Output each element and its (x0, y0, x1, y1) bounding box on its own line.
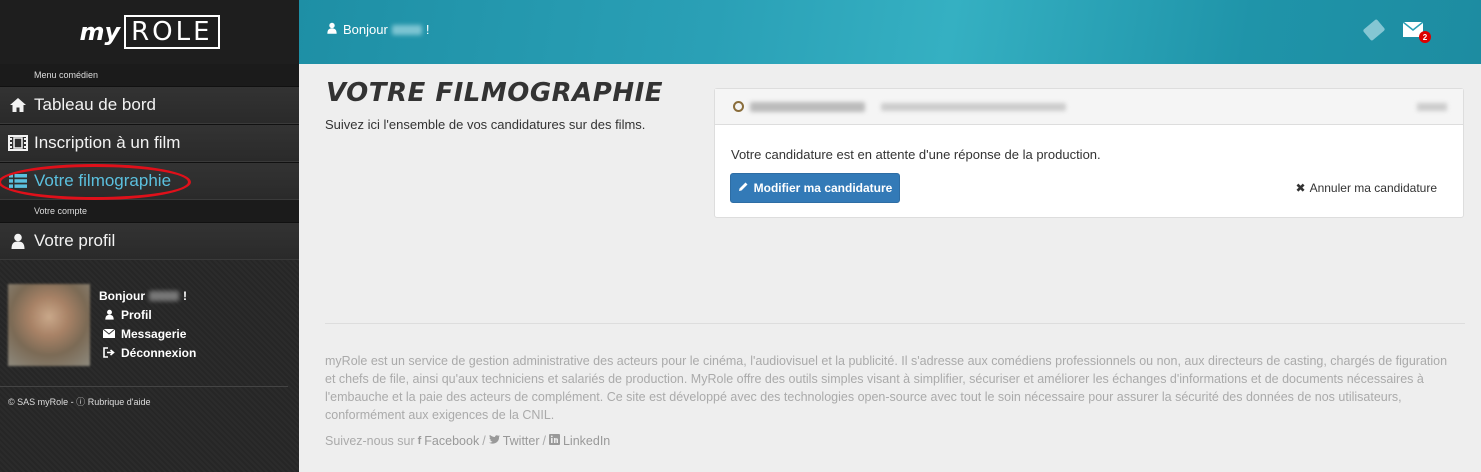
topbar-greeting: Bonjour ! (327, 22, 429, 37)
blurred-username (391, 24, 422, 35)
logo[interactable]: my ROLE (0, 0, 299, 64)
user-greeting: Bonjour ! (99, 288, 187, 303)
edit-application-button[interactable]: Modifier ma candidature (730, 173, 900, 203)
messaging-link[interactable]: Messagerie (99, 324, 196, 343)
envelope-icon (101, 329, 117, 338)
facebook-icon: f (417, 435, 422, 447)
sidebar-item-label: Inscription à un film (34, 133, 181, 152)
help-link[interactable]: ⓘ Rubrique d'aide (76, 397, 150, 407)
ticket-icon[interactable] (1362, 18, 1386, 42)
pencil-icon (738, 181, 749, 195)
clock-icon (733, 101, 744, 112)
sidebar-item-film-signup[interactable]: Inscription à un film (0, 124, 299, 162)
cancel-application-button[interactable]: ✖ Annuler ma candidature (1296, 181, 1437, 195)
page-subtitle: Suivez ici l'ensemble de vos candidature… (325, 117, 646, 132)
logo-my: my (79, 18, 121, 46)
card-header (715, 89, 1463, 125)
message-count-badge: 2 (1419, 31, 1431, 43)
section-label-account: Votre compte (0, 200, 299, 222)
user-icon (101, 309, 117, 320)
sidebar: my ROLE Menu comédien Tableau de bord In… (0, 0, 299, 472)
sidebar-item-label: Tableau de bord (34, 95, 156, 114)
logout-link[interactable]: Déconnexion (99, 343, 196, 362)
sign-out-icon (101, 347, 117, 358)
user-box: Bonjour ! Profil Messagerie Déconnexion (8, 284, 288, 374)
linkedin-icon (548, 434, 560, 448)
home-icon (8, 97, 28, 113)
avatar[interactable] (8, 284, 90, 366)
messages-button[interactable]: 2 (1402, 21, 1431, 43)
logo-role: ROLE (124, 15, 220, 49)
sidebar-footer: © SAS myRole - ⓘ Rubrique d'aide (0, 386, 288, 408)
topbar-icons: 2 (1362, 18, 1431, 43)
blurred-film-title (750, 101, 865, 112)
application-status: Votre candidature est en attente d'une r… (731, 147, 1101, 162)
copyright: © SAS myRole - (8, 397, 74, 407)
blurred-username (149, 290, 179, 301)
user-icon (327, 22, 337, 37)
twitter-icon (488, 434, 500, 447)
user-icon (8, 233, 28, 249)
topbar: Bonjour ! 2 (299, 0, 1481, 64)
blurred-date (1417, 103, 1447, 111)
facebook-link[interactable]: f Facebook (418, 434, 480, 448)
about-text: myRole est un service de gestion adminis… (325, 354, 1448, 422)
page-title: VOTRE FILMOGRAPHIE (326, 78, 664, 108)
profile-link[interactable]: Profil (99, 305, 196, 324)
application-card: Votre candidature est en attente d'une r… (714, 88, 1464, 218)
sidebar-item-label: Votre profil (34, 231, 116, 250)
highlight-ellipse (0, 164, 191, 200)
close-icon: ✖ (1295, 181, 1306, 195)
blurred-film-details (881, 102, 1066, 111)
social-links: Suivez-nous sur f Facebook / Twitter / L… (325, 434, 611, 448)
sidebar-item-profile[interactable]: Votre profil (0, 222, 299, 260)
sidebar-item-dashboard[interactable]: Tableau de bord (0, 86, 299, 124)
user-links: Bonjour ! Profil Messagerie Déconnexion (99, 286, 196, 362)
sidebar-item-filmography[interactable]: Votre filmographie (0, 162, 299, 200)
section-label-actor: Menu comédien (0, 64, 299, 86)
footer-divider (325, 323, 1465, 324)
twitter-link[interactable]: Twitter (488, 434, 540, 448)
linkedin-link[interactable]: LinkedIn (548, 434, 610, 448)
film-icon (8, 135, 28, 151)
info-icon: ⓘ (76, 397, 86, 407)
